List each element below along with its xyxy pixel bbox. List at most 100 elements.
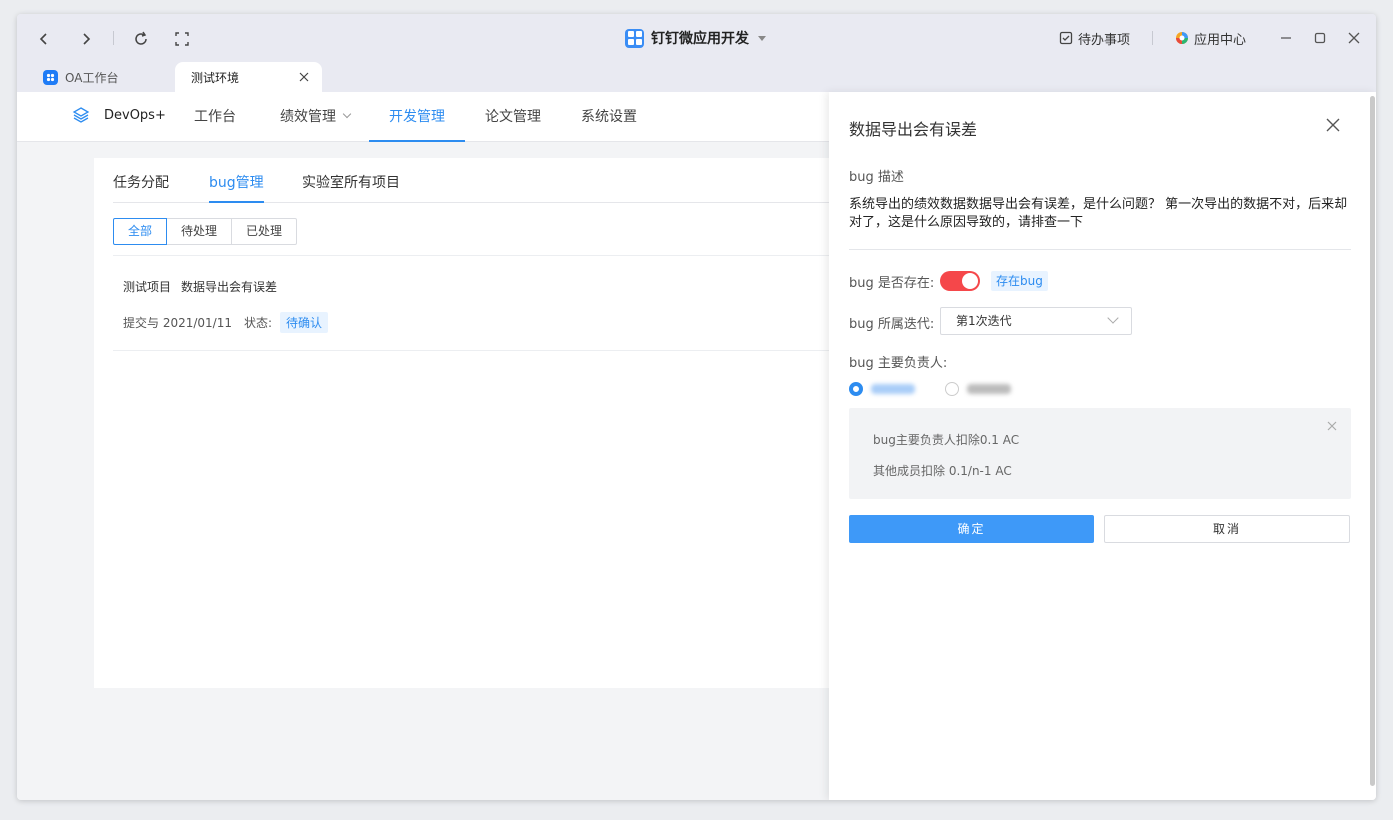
minimize-button[interactable] <box>1278 30 1294 46</box>
bug-description: 系统导出的绩效数据数据导出会有误差，是什么问题？ 第一次导出的数据不对，后来却对… <box>849 197 1348 230</box>
filter-done[interactable]: 已处理 <box>231 218 298 245</box>
refresh-button[interactable] <box>128 26 154 52</box>
status-label: 状态: <box>243 316 273 330</box>
menu-item-dev[interactable]: 开发管理 <box>369 92 465 142</box>
maximize-icon <box>1314 32 1326 44</box>
back-button[interactable] <box>31 26 57 52</box>
submit-date: 提交与 2021/01/11 <box>123 316 232 330</box>
bug-detail-drawer: 数据导出会有误差 bug 描述 系统导出的绩效数据数据导出会有误差，是什么问题？… <box>829 92 1376 800</box>
close-drawer-button[interactable] <box>1325 117 1341 133</box>
brand-name: DevOps+ <box>104 107 166 123</box>
menu-label: 开发管理 <box>389 109 445 125</box>
divider <box>849 249 1351 250</box>
chevron-right-icon <box>83 33 91 45</box>
chevron-down-icon <box>342 109 352 119</box>
app-content: DevOps+ 工作台 绩效管理 开发管理 论文管理 系统设置 任务分配 bug… <box>17 92 1376 800</box>
tab-label: OA工作台 <box>65 70 119 85</box>
todo-button[interactable]: 待办事项 <box>1059 29 1130 48</box>
exists-label: bug 是否存在: <box>849 276 935 291</box>
filter-all[interactable]: 全部 <box>113 218 168 245</box>
toggle-knob <box>962 273 978 289</box>
fullscreen-button[interactable] <box>169 26 195 52</box>
tab-oa[interactable]: OA工作台 <box>17 62 175 92</box>
brand[interactable]: DevOps+ <box>72 106 166 124</box>
app-grid-icon <box>625 28 644 48</box>
menu-item-paper[interactable]: 论文管理 <box>485 92 541 142</box>
fullscreen-icon <box>175 32 189 46</box>
tab-label: 测试环境 <box>191 70 240 85</box>
tab-task-assign[interactable]: 任务分配 <box>113 158 169 203</box>
dingtalk-icon <box>43 69 58 85</box>
info-member-deduction: 其他成员扣除 0.1/n-1 AC <box>873 464 1012 478</box>
nav-divider <box>113 31 114 45</box>
owner-option-1[interactable] <box>849 382 915 396</box>
close-icon[interactable] <box>1327 420 1337 431</box>
tab-lab-projects[interactable]: 实验室所有项目 <box>302 158 400 203</box>
exists-tag: 存在bug <box>991 271 1048 291</box>
divider <box>1151 31 1153 45</box>
bug-exists-toggle[interactable] <box>940 271 980 291</box>
radio-checked-icon <box>849 382 863 396</box>
app-switcher[interactable]: 钉钉微应用开发 <box>625 26 766 50</box>
bug-title: 数据导出会有误差 <box>181 280 278 294</box>
close-icon <box>1348 32 1360 44</box>
iteration-label: bug 所属迭代: <box>849 317 935 332</box>
menu-label: 论文管理 <box>485 109 541 125</box>
chevron-left-icon <box>39 33 47 45</box>
subtab-label: 实验室所有项目 <box>302 175 400 191</box>
refresh-icon <box>135 31 147 45</box>
tab-test-env[interactable]: 测试环境 <box>175 62 322 92</box>
bug-list-item[interactable]: 测试项目 数据导出会有误差 <box>123 278 277 295</box>
app-center-button[interactable]: 应用中心 <box>1175 29 1246 48</box>
redacted-name <box>967 384 1011 394</box>
menu-item-workbench[interactable]: 工作台 <box>193 92 237 142</box>
menu-item-settings[interactable]: 系统设置 <box>581 92 637 142</box>
close-icon[interactable] <box>297 70 310 83</box>
status-badge: 待确认 <box>280 312 329 333</box>
todo-label: 待办事项 <box>1077 32 1130 48</box>
menu-label: 工作台 <box>194 109 236 125</box>
cancel-button[interactable]: 取消 <box>1104 515 1350 543</box>
minimize-icon <box>1281 37 1291 39</box>
iteration-select[interactable]: 第1次迭代 <box>940 307 1132 335</box>
top-right-actions: 待办事项 应用中心 <box>1059 26 1362 50</box>
subtab-label: bug管理 <box>209 175 264 191</box>
caret-down-icon <box>758 35 766 41</box>
app-title: 钉钉微应用开发 <box>651 31 749 47</box>
project-name: 测试项目 <box>123 280 172 294</box>
divider <box>113 255 833 256</box>
confirm-button[interactable]: 确定 <box>849 515 1094 543</box>
info-owner-deduction: bug主要负责人扣除0.1 AC <box>873 433 1020 447</box>
browser-tabs: OA工作台 测试环境 <box>17 62 322 92</box>
sub-tabs: 任务分配 bug管理 实验室所有项目 <box>113 158 833 203</box>
checkbox-icon <box>1059 31 1073 45</box>
app-window: 钉钉微应用开发 待办事项 应用中心 OA工作台 测试环境 DevOps+ 工作台… <box>17 14 1376 800</box>
deduction-info: bug主要负责人扣除0.1 AC 其他成员扣除 0.1/n-1 AC <box>849 408 1351 499</box>
close-window-button[interactable] <box>1346 30 1362 46</box>
drawer-title: 数据导出会有误差 <box>849 120 978 139</box>
title-bar: 钉钉微应用开发 待办事项 应用中心 OA工作台 测试环境 <box>17 14 1376 92</box>
bug-card: 任务分配 bug管理 实验室所有项目 全部 待处理 已处理 测试项目 数据导出会… <box>94 158 854 688</box>
chevron-down-icon <box>1107 312 1119 324</box>
subtab-label: 任务分配 <box>113 175 169 191</box>
radio-unchecked-icon <box>945 382 959 396</box>
bug-meta: 提交与 2021/01/11 状态: 待确认 <box>123 312 329 333</box>
filter-pending[interactable]: 待处理 <box>166 218 233 245</box>
owner-label: bug 主要负责人: <box>849 356 948 371</box>
desc-label: bug 描述 <box>849 170 904 185</box>
layers-icon <box>72 107 90 123</box>
redacted-name <box>871 384 915 394</box>
app-center-icon <box>1175 32 1188 44</box>
status-filter: 全部 待处理 已处理 <box>113 218 298 245</box>
menu-item-performance[interactable]: 绩效管理 <box>275 92 355 142</box>
owner-option-2[interactable] <box>945 382 1011 396</box>
close-icon <box>1326 118 1340 132</box>
maximize-button[interactable] <box>1312 30 1328 46</box>
divider <box>113 350 833 351</box>
scrollbar[interactable] <box>1370 96 1375 786</box>
iteration-value: 第1次迭代 <box>956 314 1012 328</box>
menu-label: 绩效管理 <box>280 109 336 125</box>
forward-button[interactable] <box>73 26 99 52</box>
menu-label: 系统设置 <box>581 109 637 125</box>
tab-bug-manage[interactable]: bug管理 <box>209 158 264 203</box>
